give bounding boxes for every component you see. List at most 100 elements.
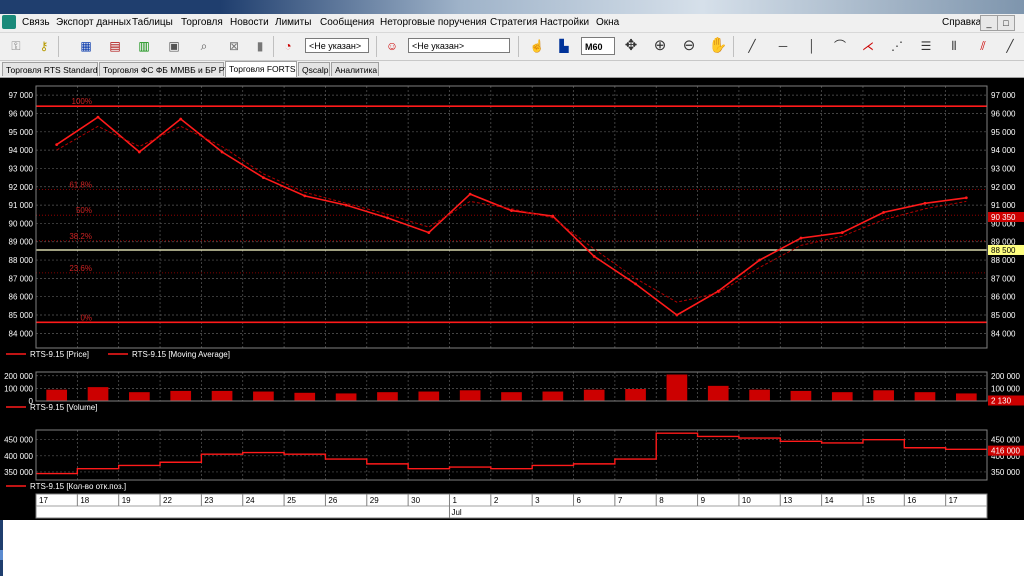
price-point [96,115,100,119]
volume-bar [501,392,522,401]
legend-label: RTS-9.15 [Volume] [30,403,97,412]
quotes-icon[interactable]: ▣ [164,36,184,56]
legend-label: RTS-9.15 [Moving Average] [132,350,230,359]
move-icon[interactable]: ✥ [621,36,641,56]
volume-bar [583,389,605,401]
menu-item-help[interactable]: Справка [942,17,981,28]
time-axis-day: 17 [39,496,48,505]
menu-item-limits[interactable]: Лимиты [275,17,311,28]
volume-bar [873,390,894,401]
time-zones-icon[interactable]: ⦀ [944,36,964,56]
price-point [923,201,927,205]
price-tick-left: 90 000 [9,219,34,228]
menu-item-nontrading[interactable]: Неторговые поручения [380,17,487,28]
time-axis-day: 25 [287,496,296,505]
app-icon[interactable] [2,15,16,29]
bar-chart-icon[interactable]: ▙ [554,36,574,56]
gann-fan-icon[interactable]: ⋰ [887,36,907,56]
price-point [427,231,431,234]
open-interest-panel[interactable] [36,432,987,475]
volume-panel[interactable] [46,374,977,401]
zoom-in-icon[interactable]: ⊕ [650,36,670,56]
tab-forts[interactable]: Торговля FORTS [225,61,297,77]
channel-icon[interactable]: ⫽ [973,36,993,56]
price-point [716,289,720,293]
legend-label: RTS-9.15 [Кол-во отк.поз.] [30,482,126,491]
tab-qscalp[interactable]: Qscalp [298,62,330,76]
trendline-icon[interactable]: ╱ [742,36,762,56]
client-icon[interactable]: ☺ [382,36,402,56]
volume-tick-left: 100 000 [4,384,33,393]
fibonacci-icon[interactable]: ☰ [916,36,936,56]
chart-canvas[interactable]: 100% 61.8% 50% 38.2% 23.6% 0% 84 000 84 000 85 … [0,78,1024,520]
volume-bar [170,390,192,401]
price-point [55,143,59,147]
time-axis-day: 9 [701,496,706,505]
volume-bar [129,392,150,401]
price-point [551,214,555,218]
menu-item-windows[interactable]: Окна [596,17,619,28]
oi-tick-left: 450 000 [4,436,33,445]
price-tick-right: 87 000 [991,274,1016,283]
moving-average-line [56,125,967,303]
fan-icon[interactable]: ⋌ [858,36,878,56]
price-tick-left: 87 000 [9,274,34,283]
portfolio-icon[interactable]: ◔ [278,36,298,56]
toolbar-separator [273,36,274,57]
interval-select[interactable]: M60 [581,37,615,55]
search-icon[interactable]: ⌕ [194,36,214,56]
chart-axes: 84 000 84 000 85 000 85 000 86 000 86 000 87 0… [4,85,1024,481]
tab-rts-standard[interactable]: Торговля RTS Standard [2,62,98,76]
tab-fs-fb-mmvb[interactable]: Торговля ФС ФБ ММВБ и БР РТС [99,62,235,76]
menu-item-trading[interactable]: Торговля [181,17,223,28]
ray-icon[interactable]: ╱ [1000,36,1020,56]
maximize-button[interactable]: □ [997,15,1015,31]
legend-label: RTS-9.15 [Price] [30,350,89,359]
volume-bar [831,392,853,401]
price-panel[interactable] [55,115,968,317]
menu-item-news[interactable]: Новости [230,17,269,28]
menu-item-tables[interactable]: Таблицы [132,17,173,28]
time-axis-day: 7 [618,496,623,505]
account-select[interactable]: <Не указан> [305,38,369,53]
menu-item-export[interactable]: Экспорт данных [56,17,131,28]
price-point [137,150,141,154]
price-tick-left: 97 000 [9,91,34,100]
price-tick-left: 94 000 [9,146,34,155]
key-icon[interactable]: ⚿ [6,36,26,56]
arc-icon[interactable]: ⌒ [830,36,850,56]
volume-bar [707,385,729,401]
toolbar: ⚿ ⚷ ▦ ▤ ▥ ▣ ⌕ ⊠ ▮ ◔ <Не указан> ☺ <Не ук… [0,33,1024,61]
menu-item-svyaz[interactable]: Связь [22,17,50,28]
price-point [179,117,183,121]
delete-table-icon[interactable]: ⊠ [224,36,244,56]
time-axis-day: 1 [452,496,457,505]
volume-bar [377,392,398,401]
minimize-button[interactable]: _ [980,15,998,31]
chart-window-icon[interactable]: ▦ [76,36,96,56]
client-select[interactable]: <Не указан> [408,38,510,53]
columns-icon[interactable]: ▮ [250,36,270,56]
menu-item-messages[interactable]: Сообщения [320,17,374,28]
tab-analytics[interactable]: Аналитика [331,62,379,76]
volume-bar [418,391,440,401]
menu-item-strategy[interactable]: Стратегия [490,17,537,28]
volume-bar [294,392,316,401]
price-line [56,116,967,316]
desktop-area [0,520,1024,576]
time-axis-day: 26 [328,496,337,505]
volume-current-label: 2 130 [991,396,1012,405]
price-point [758,258,761,262]
keys-icon[interactable]: ⚷ [34,36,54,56]
price-point [634,282,637,286]
graph-window-icon[interactable]: ▤ [105,36,125,56]
hand-pointer-icon[interactable]: ☝ [527,36,547,56]
table-icon[interactable]: ▥ [134,36,154,56]
zoom-out-icon[interactable]: ⊖ [679,36,699,56]
horizontal-line-icon[interactable]: ─ [773,36,793,56]
vertical-line-icon[interactable]: │ [802,36,822,56]
price-point [303,194,307,198]
pan-hand-icon[interactable]: ✋ [708,36,728,56]
price-point [386,216,389,220]
menu-item-settings[interactable]: Настройки [540,17,589,28]
